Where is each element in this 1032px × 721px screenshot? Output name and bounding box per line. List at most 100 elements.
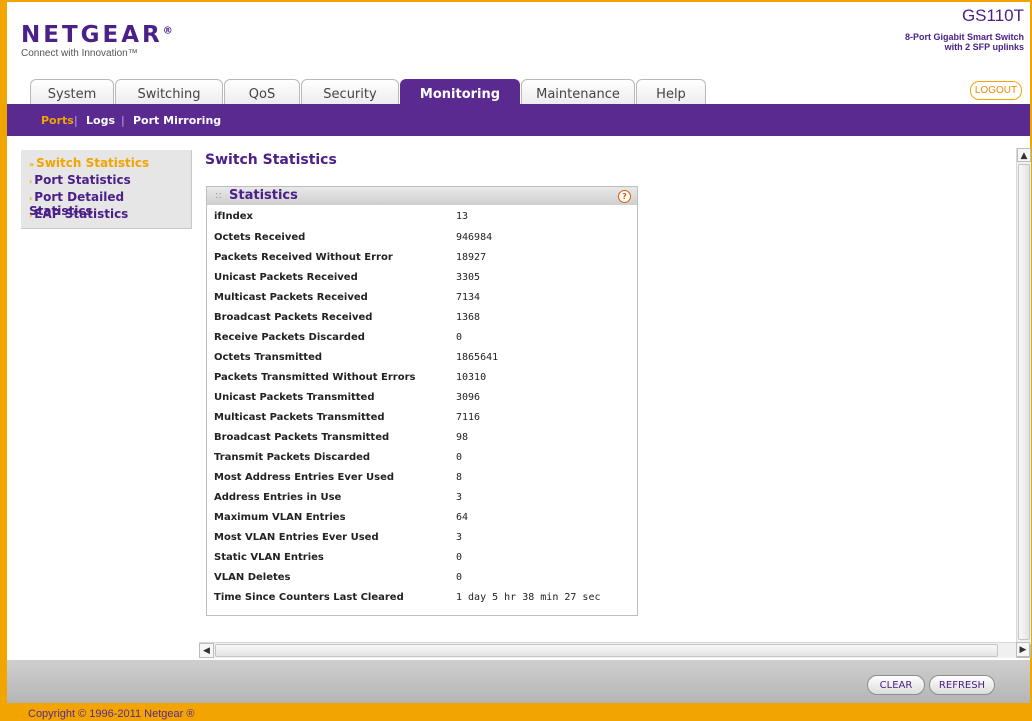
tab-maintenance[interactable]: Maintenance xyxy=(521,79,635,105)
stat-value: 1 day 5 hr 38 min 27 sec xyxy=(456,592,601,603)
table-row: Static VLAN Entries 0 xyxy=(214,549,634,569)
stat-label: Most Address Entries Ever Used xyxy=(214,472,395,483)
help-icon[interactable]: ? xyxy=(618,190,631,203)
table-row: Time Since Counters Last Cleared 1 day 5 … xyxy=(214,589,634,609)
table-row: Broadcast Packets Transmitted 98 xyxy=(214,429,634,449)
vertical-scroll-thumb[interactable] xyxy=(1018,164,1030,640)
stat-label: VLAN Deletes xyxy=(214,572,291,583)
stat-label: Octets Transmitted xyxy=(214,352,323,363)
stat-value: 3 xyxy=(456,532,463,543)
stat-label: Transmit Packets Discarded xyxy=(214,452,371,463)
stat-value: 7134 xyxy=(456,292,481,303)
table-row: Receive Packets Discarded 0 xyxy=(214,329,634,349)
table-row: Most Address Entries Ever Used 8 xyxy=(214,469,634,489)
stat-label: Multicast Packets Transmitted xyxy=(214,412,385,423)
statistics-panel: :: Statistics ? ifIndex 13 Octets Receive… xyxy=(206,186,638,616)
table-row: Address Entries in Use 3 xyxy=(214,489,634,509)
stat-value: 1368 xyxy=(456,312,481,323)
stat-label: Unicast Packets Received xyxy=(214,272,358,283)
scroll-right-arrow-icon[interactable]: ▶ xyxy=(1016,642,1030,657)
stat-label: Octets Received xyxy=(214,232,306,243)
tab-system[interactable]: System xyxy=(30,79,114,105)
refresh-button[interactable]: REFRESH xyxy=(929,675,995,695)
model-desc-line-1: 8-Port Gigabit Smart Switch xyxy=(904,32,1024,42)
stat-value: 0 xyxy=(456,452,463,463)
horizontal-scroll-thumb[interactable] xyxy=(215,644,998,657)
grip-icon: :: xyxy=(215,190,222,201)
sidemenu-port-statistics[interactable]: › Port Statistics xyxy=(29,173,131,187)
netgear-logo: NETGEAR® xyxy=(21,22,173,48)
side-menu: » Switch Statistics › Port Statistics › Por… xyxy=(21,150,192,229)
stat-label: Unicast Packets Transmitted xyxy=(214,392,375,403)
stat-label: Packets Received Without Error xyxy=(214,252,393,263)
footer-button-bar: CLEAR REFRESH xyxy=(7,660,1030,703)
copyright-text: Copyright © 1996-2011 Netgear ® xyxy=(28,708,195,720)
tab-security[interactable]: Security xyxy=(301,79,399,105)
stat-value: 13 xyxy=(456,211,469,222)
table-row: Octets Transmitted 1865641 xyxy=(214,349,634,369)
stat-value: 0 xyxy=(456,572,463,583)
panel-title: Statistics xyxy=(229,188,298,203)
scroll-up-arrow-icon[interactable]: ▲ xyxy=(1017,148,1031,162)
logout-button[interactable]: LOGOUT xyxy=(970,81,1022,100)
tab-switching[interactable]: Switching xyxy=(115,79,223,105)
tab-qos[interactable]: QoS xyxy=(224,79,300,105)
model-desc-line-2: with 2 SFP uplinks xyxy=(944,42,1024,52)
subnav-logs[interactable]: Logs xyxy=(86,114,115,127)
stat-value: 7116 xyxy=(456,412,481,423)
copyright-bar: Copyright © 1996-2011 Netgear ® xyxy=(0,703,1032,721)
subnav-separator: | xyxy=(74,114,78,127)
table-row: Maximum VLAN Entries 64 xyxy=(214,509,634,529)
tab-monitoring[interactable]: Monitoring xyxy=(400,79,520,106)
chevron-right-icon: › xyxy=(29,194,33,203)
stat-value: 64 xyxy=(456,512,469,523)
table-row: Packets Transmitted Without Errors 10310 xyxy=(214,369,634,389)
sidemenu-switch-statistics[interactable]: » Switch Statistics xyxy=(29,156,149,170)
stat-value: 3305 xyxy=(456,272,481,283)
table-row: Packets Received Without Error 18927 xyxy=(214,249,634,269)
stat-label: Multicast Packets Received xyxy=(214,292,368,303)
sidemenu-eap-statistics[interactable]: › EAP Statistics xyxy=(29,207,128,221)
stat-value: 98 xyxy=(456,432,469,443)
stat-value: 10310 xyxy=(456,372,487,383)
table-row: Broadcast Packets Received 1368 xyxy=(214,309,634,329)
stat-value: 946984 xyxy=(456,232,493,243)
panel-header: :: Statistics ? xyxy=(207,187,637,205)
chevron-right-icon: › xyxy=(29,211,33,220)
chevron-right-icon: › xyxy=(29,177,33,186)
sidemenu-label: EAP Statistics xyxy=(34,207,129,221)
table-row: Multicast Packets Transmitted 7116 xyxy=(214,409,634,429)
header: NETGEAR® Connect with Innovation™ GS110T… xyxy=(7,2,1030,106)
frame-left-border xyxy=(0,0,7,721)
table-row: Octets Received 946984 xyxy=(214,229,634,249)
stat-label: ifIndex xyxy=(214,211,254,222)
table-row: Multicast Packets Received 7134 xyxy=(214,289,634,309)
horizontal-scrollbar[interactable]: ◀ xyxy=(199,642,1016,658)
subnav-ports[interactable]: Ports xyxy=(41,114,74,127)
stat-label: Broadcast Packets Transmitted xyxy=(214,432,390,443)
table-row: Unicast Packets Received 3305 xyxy=(214,269,634,289)
sidemenu-label: Switch Statistics xyxy=(36,156,150,170)
table-row: VLAN Deletes 0 xyxy=(214,569,634,589)
stat-value: 0 xyxy=(456,552,463,563)
stat-label: Address Entries in Use xyxy=(214,492,342,503)
table-row: ifIndex 13 xyxy=(214,208,634,228)
subnav-separator: | xyxy=(121,114,125,127)
stat-value: 3 xyxy=(456,492,463,503)
scroll-left-arrow-icon[interactable]: ◀ xyxy=(199,643,214,658)
table-row: Unicast Packets Transmitted 3096 xyxy=(214,389,634,409)
subnav-port-mirroring[interactable]: Port Mirroring xyxy=(133,114,221,127)
tab-help[interactable]: Help xyxy=(636,79,706,105)
brand-name: NETGEAR xyxy=(21,22,163,48)
stat-value: 8 xyxy=(456,472,463,483)
stat-value: 3096 xyxy=(456,392,481,403)
stat-label: Static VLAN Entries xyxy=(214,552,324,563)
sidemenu-label: Port Statistics xyxy=(34,173,131,187)
brand-mark: ® xyxy=(162,25,173,37)
model-description: 8-Port Gigabit Smart Switch with 2 SFP u… xyxy=(824,32,1024,52)
tagline: Connect with Innovation™ xyxy=(21,48,138,59)
table-row: Most VLAN Entries Ever Used 3 xyxy=(214,529,634,549)
vertical-scrollbar[interactable]: ▲ ▼ xyxy=(1016,148,1031,658)
clear-button[interactable]: CLEAR xyxy=(867,675,925,695)
stat-label: Packets Transmitted Without Errors xyxy=(214,372,416,383)
